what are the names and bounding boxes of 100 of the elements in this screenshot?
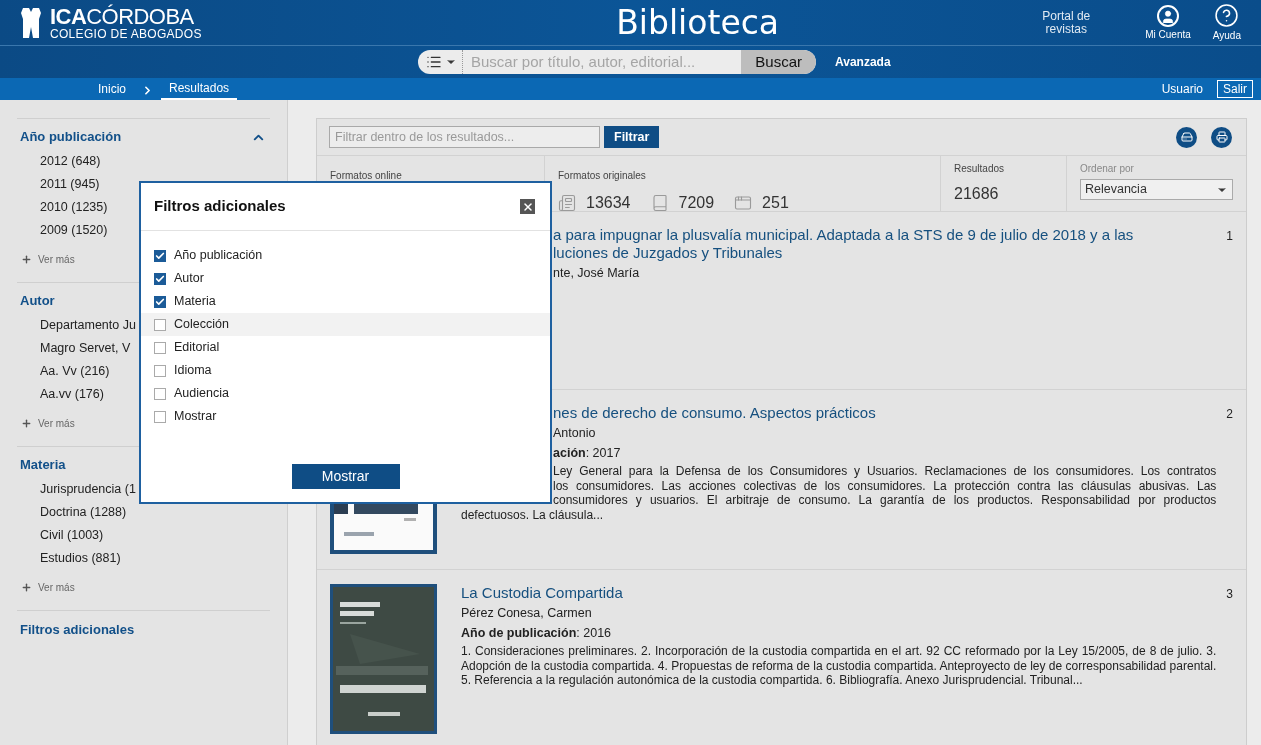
search-field[interactable]: Buscar por título, autor, editorial... Buscar (418, 50, 816, 74)
option-label: Materia (174, 293, 216, 311)
close-button[interactable] (520, 199, 535, 214)
result-title[interactable]: luciones de Juzgados y Tribunales (553, 244, 783, 262)
filter-button[interactable]: Filtrar (604, 126, 660, 148)
account-icon (1157, 4, 1179, 27)
facet-option[interactable]: Doctrina (1288) (40, 501, 127, 524)
checkbox[interactable] (154, 387, 166, 400)
filter-option[interactable]: Editorial (141, 336, 550, 359)
result-author: Pérez Conesa, Carmen (461, 605, 593, 622)
see-more-link[interactable]: Ver más (17, 406, 75, 440)
checkbox[interactable] (154, 341, 166, 354)
result-number: 1 (1226, 228, 1233, 245)
facet-option[interactable]: Civil (1003) (40, 524, 104, 547)
dialog-title: Filtros adicionales (154, 196, 286, 217)
extra-filters-link[interactable]: Filtros adicionales (17, 622, 135, 637)
filter-field[interactable]: Filtrar dentro de los resultados... (329, 126, 600, 148)
facet-option[interactable]: 2011 (945) (40, 173, 100, 196)
result-title[interactable]: La Custodia Compartida (461, 584, 623, 602)
format-count: 13634 (586, 193, 631, 213)
option-label: Editorial (174, 339, 220, 357)
window-icon (734, 194, 753, 212)
result-author: nte, José María (553, 265, 641, 282)
print-button[interactable] (1211, 126, 1232, 148)
logo-wordmark: ICACÓRDOBA (50, 5, 195, 28)
result-description: los consumidores. Las acciones colectivas de los consumidores. La protección contra las cláusulas abusivas. Las (553, 478, 1217, 493)
facet-option[interactable]: Estudios (881) (40, 547, 121, 570)
logout-button[interactable]: Salir (1217, 80, 1253, 98)
filter-option[interactable]: Año publicación (141, 244, 550, 267)
option-label: Mostrar (174, 408, 217, 426)
breadcrumb-link[interactable]: Inicio (90, 78, 134, 100)
publication-year: Año de publicación: 2016 (461, 625, 613, 642)
filter-option[interactable]: Idioma (141, 359, 550, 382)
facet-option[interactable]: 2012 (648) (40, 150, 101, 173)
result-number: 3 (1226, 586, 1233, 603)
filter-option[interactable]: Audiencia (141, 382, 550, 405)
result-number: 2 (1226, 406, 1233, 423)
result-description: consumidores y usuarios. El arbitraje de consumo. La garantía de los productos. Responsabilidad por productos (553, 493, 1217, 508)
option-label: Autor (174, 270, 204, 288)
user-name: Usuario (1161, 81, 1203, 98)
facet-option[interactable]: Jurisprudencia (1 (40, 478, 136, 501)
page-title: Biblioteca (616, 1, 780, 44)
checkbox[interactable] (154, 318, 166, 331)
result-description: Ley General para la Defensa de los Consumidores y Usuarios. Reclamaciones de los consumidores. Los contratos (553, 464, 1217, 479)
result-description: 1. Consideraciones preliminares. 2. Incorporación de la custodia compartida en el art. 92 CC reformado por la Ley 15/2005, de 8 de julio. 3. Adopción de la custodia compartida. 4. Propuestas de reforma de la custodia compartida. Anteproyecto de ley de corresponsabilidad parental. 5. Referencia a la regulación autonómica de la custodia compartida. 6. Bibliografía. Anexo Jurisprudencial. Tribunal... (461, 644, 1217, 688)
result-title[interactable]: nes de derecho de consumo. Aspectos prácticos (553, 404, 876, 422)
plus-icon (21, 581, 32, 593)
result-description: defectuosos. La cláusula... (461, 507, 605, 522)
checkbox[interactable] (154, 249, 166, 262)
facet-option[interactable]: Magro Servet, V (40, 337, 131, 360)
checkbox[interactable] (154, 364, 166, 377)
see-more-link[interactable]: Ver más (17, 570, 75, 604)
checkbox[interactable] (154, 272, 166, 285)
check-icon (155, 296, 165, 307)
document-icon (558, 194, 576, 212)
check-icon (155, 250, 165, 261)
facet-title[interactable]: Materia (17, 455, 66, 475)
close-icon (521, 200, 534, 213)
advanced-search-link[interactable]: Avanzada (835, 53, 891, 71)
facet-title[interactable]: Autor (17, 291, 55, 311)
save-button[interactable] (1176, 126, 1197, 148)
facet-option[interactable]: Aa.vv (176) (40, 383, 104, 406)
plus-icon (21, 253, 32, 265)
column-label: Ordenar por (1080, 162, 1135, 176)
option-label: Idioma (174, 362, 212, 380)
facet-option[interactable]: 2010 (1235) (40, 196, 108, 219)
column-label: Formatos originales (558, 170, 646, 181)
column-label: Resultados (954, 162, 1006, 176)
facet-title[interactable]: Año publicación (17, 127, 122, 147)
account-button[interactable]: Mi Cuenta (1145, 4, 1191, 41)
option-label: Año publicación (174, 247, 263, 265)
publication-year: ación: 2017 (553, 445, 622, 462)
filter-option[interactable]: Mostrar (141, 405, 550, 428)
logo-icon (20, 6, 42, 39)
logo-subtitle: COLEGIO DE ABOGADOS (50, 27, 202, 40)
help-icon (1214, 3, 1240, 28)
plus-icon (21, 417, 32, 429)
option-label: Colección (174, 316, 229, 334)
result-author: Antonio (553, 425, 597, 442)
option-label: Audiencia (174, 385, 229, 403)
filter-option[interactable]: Materia (141, 290, 550, 313)
result-title[interactable]: a para impugnar la plusvalía municipal. Adaptada a la STS de 9 de julio de 2018 y a las (553, 226, 1134, 244)
show-button[interactable]: Mostrar (291, 464, 400, 489)
sort-dropdown[interactable]: Relevancia (1080, 179, 1233, 200)
facet-option[interactable]: 2009 (1520) (40, 219, 108, 242)
see-more-link[interactable]: Ver más (17, 242, 75, 276)
list-icon (426, 54, 442, 70)
help-button[interactable]: Ayuda (1212, 3, 1241, 42)
filter-option[interactable]: Colección (141, 313, 550, 336)
format-count: 251 (762, 193, 789, 213)
filter-option[interactable]: Autor (141, 267, 550, 290)
save-icon (1180, 131, 1193, 143)
check-icon (155, 273, 165, 284)
checkbox[interactable] (154, 410, 166, 423)
portal-link[interactable]: Portal de revistas (1035, 9, 1098, 36)
facet-option[interactable]: Departamento Ju (40, 314, 136, 337)
print-icon (1215, 131, 1228, 143)
search-button[interactable]: Buscar (741, 50, 816, 74)
checkbox[interactable] (154, 295, 166, 308)
facet-option[interactable]: Aa. Vv (216) (40, 360, 110, 383)
